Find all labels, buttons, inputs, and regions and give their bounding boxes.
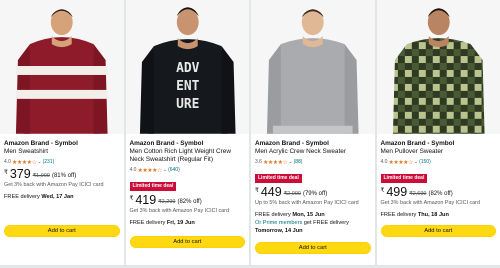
limited-deal-badge: Limited time deal [129, 182, 177, 191]
delivery-info: FREE delivery Fri, 19 Jun [130, 219, 246, 227]
mrp: ₹2,299 [158, 199, 176, 205]
price: 419 [135, 193, 157, 207]
product-title[interactable]: Men Cotton Rich Light Weight Crew Neck S… [130, 148, 246, 164]
delivery-info: FREE delivery Thu, 18 Jun [381, 211, 497, 219]
delivery-date: Fri, 19 Jun [166, 219, 195, 226]
mrp: ₹1,999 [32, 173, 50, 179]
product-brand: Amazon Brand - Symbol [4, 140, 78, 147]
prime-delivery-date: Tomorrow, 14 Jun [255, 227, 303, 234]
chevron-down-icon[interactable]: ⌄ [414, 159, 418, 165]
add-to-cart-button[interactable]: Add to cart [4, 225, 120, 237]
delivery-date: Mon, 15 Jun [292, 211, 325, 218]
mrp: ₹2,099 [283, 191, 301, 197]
star-rating-icon: ★★★★☆ [137, 167, 162, 174]
discount: (82% off) [177, 199, 202, 205]
rating-value: 4.0 [129, 167, 137, 173]
chevron-down-icon[interactable]: ⌄ [37, 159, 41, 165]
review-count[interactable]: (640) [168, 167, 180, 173]
sweatshirt-red-image [0, 0, 124, 134]
prime-delivery-info: Or Prime members get FREE delivery Tomor… [255, 219, 371, 235]
mrp: ₹2,699 [409, 191, 427, 197]
add-to-cart-button[interactable]: Add to cart [255, 242, 371, 254]
sweater-grey-image [251, 0, 375, 134]
cashback-offer: Up to 5% back with Amazon Pay ICICI card [255, 200, 359, 206]
product-image-4[interactable] [376, 0, 500, 134]
cashback-offer: Get 3% back with Amazon Pay ICICI card [380, 200, 480, 206]
product-card-2[interactable]: ADV ENT URE Amazon Brand - Symbol Men Co… [125, 0, 249, 268]
delivery-prefix: FREE delivery [380, 211, 418, 218]
add-to-cart-button[interactable]: Add to cart [380, 225, 496, 237]
chevron-down-icon[interactable]: ⌄ [163, 167, 167, 173]
delivery-prefix: FREE delivery [255, 211, 293, 218]
cashback-offer: Get 3% back with Amazon Pay ICICI card [129, 208, 229, 214]
delivery-prefix: FREE delivery [129, 219, 167, 226]
add-to-cart-button[interactable]: Add to cart [129, 236, 245, 248]
delivery-date: Wed, 17 Jan [41, 193, 74, 200]
price-row: ₹ 379 ₹1,999 (81% off) [4, 168, 120, 182]
product-brand: Amazon Brand - Symbol [255, 140, 329, 147]
star-rating-icon: ★★★★☆ [388, 159, 413, 166]
rating-value: 3.6 [255, 159, 262, 165]
price-row: ₹ 499 ₹2,699 (82% off) [381, 186, 497, 200]
product-brand: Amazon Brand - Symbol [129, 140, 204, 147]
product-rating[interactable]: 4.0 ★★★★☆ ⌄ (640) [130, 166, 246, 174]
product-card-3[interactable]: Amazon Brand - Symbol Men Acrylic Crew N… [251, 0, 375, 268]
discount: (82% off) [428, 191, 453, 197]
prime-members-link[interactable]: Or Prime members [255, 220, 302, 226]
price-row: ₹ 419 ₹2,299 (82% off) [130, 194, 246, 208]
product-title[interactable]: Men Acrylic Crew Neck Sweater [255, 148, 371, 156]
sweater-checkered-image [376, 0, 500, 134]
delivery-info: FREE delivery Mon, 15 Jun [255, 211, 371, 219]
discount: (79% off) [302, 191, 328, 197]
product-grid: Amazon Brand - Symbol Men Sweatshirt 4.0… [0, 0, 500, 268]
print-line-3: URE [176, 97, 199, 112]
limited-deal-badge: Limited time deal [255, 174, 302, 183]
print-line-1: ADV [176, 61, 200, 76]
product-title[interactable]: Men Pullover Sweater [381, 148, 497, 156]
star-rating-icon: ★★★★☆ [262, 159, 288, 166]
rating-value: 4.0 [380, 159, 388, 165]
product-image-1[interactable] [0, 0, 124, 134]
currency-symbol: ₹ [4, 170, 8, 176]
delivery-info: FREE delivery Wed, 17 Jan [4, 193, 120, 201]
product-card-1[interactable]: Amazon Brand - Symbol Men Sweatshirt 4.0… [0, 0, 124, 268]
sweatshirt-black-image: ADV ENT URE [125, 0, 249, 134]
limited-deal-badge: Limited time deal [380, 174, 428, 183]
price-row: ₹ 449 ₹2,099 (79% off) [255, 186, 371, 200]
review-count[interactable]: (150) [419, 159, 431, 165]
star-rating-icon: ★★★★☆ [11, 159, 37, 166]
print-line-2: ENT [176, 79, 200, 94]
chevron-down-icon[interactable]: ⌄ [288, 159, 292, 165]
delivery-date: Thu, 18 Jun [417, 211, 449, 218]
product-rating[interactable]: 3.6 ★★★★☆ ⌄ (88) [255, 158, 371, 166]
review-count[interactable]: (231) [43, 159, 55, 165]
product-title[interactable]: Men Sweatshirt [4, 148, 120, 156]
product-rating[interactable]: 4.0 ★★★★☆ ⌄ (150) [381, 158, 497, 166]
product-card-4[interactable]: Amazon Brand - Symbol Men Pullover Sweat… [376, 0, 500, 268]
review-count[interactable]: (88) [294, 159, 303, 165]
price: 449 [260, 185, 282, 199]
product-image-3[interactable] [251, 0, 375, 134]
price: 499 [386, 185, 408, 199]
product-brand: Amazon Brand - Symbol [380, 140, 455, 147]
product-rating[interactable]: 4.0 ★★★★☆ ⌄ (231) [4, 158, 120, 166]
discount: (81% off) [51, 173, 77, 179]
prime-suffix: get FREE delivery [302, 219, 349, 226]
product-image-2[interactable]: ADV ENT URE [125, 0, 249, 134]
currency-symbol: ₹ [255, 188, 259, 194]
cashback-offer: Get 3% back with Amazon Pay ICICI card [4, 182, 104, 188]
currency-symbol: ₹ [129, 196, 134, 202]
price: 379 [9, 167, 31, 181]
delivery-prefix: FREE delivery [4, 193, 42, 200]
rating-value: 4.0 [4, 159, 11, 165]
currency-symbol: ₹ [380, 188, 385, 194]
